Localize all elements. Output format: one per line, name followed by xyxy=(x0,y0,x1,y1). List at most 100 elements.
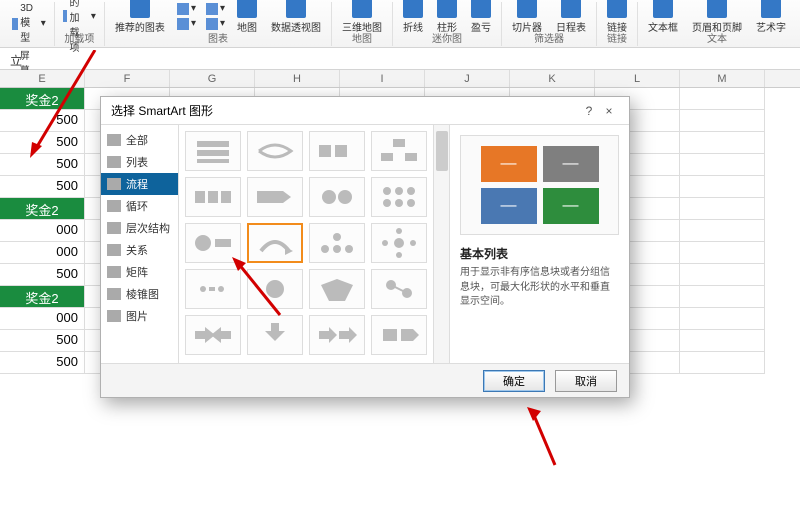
smartart-thumb[interactable] xyxy=(309,131,365,171)
col-header[interactable]: K xyxy=(510,70,595,87)
ribbon-group-charts: 图表 xyxy=(208,30,228,45)
cell[interactable]: 000 xyxy=(0,220,85,242)
preview-block: — xyxy=(481,188,537,224)
cell[interactable] xyxy=(680,88,765,110)
cell[interactable] xyxy=(680,286,765,308)
smartart-thumb[interactable] xyxy=(247,269,303,309)
cell[interactable] xyxy=(680,176,765,198)
cell[interactable]: 500 xyxy=(0,132,85,154)
col-header[interactable]: M xyxy=(680,70,765,87)
cell[interactable] xyxy=(680,154,765,176)
cell[interactable]: 500 xyxy=(0,330,85,352)
cell[interactable] xyxy=(680,308,765,330)
category-item[interactable]: 流程 xyxy=(101,173,178,195)
preview-graphic: ———— xyxy=(460,135,619,235)
cell[interactable] xyxy=(680,264,765,286)
category-item[interactable]: 全部 xyxy=(101,129,178,151)
smartart-thumb[interactable] xyxy=(371,315,427,355)
col-header[interactable]: F xyxy=(85,70,170,87)
formula-bar[interactable]: 立 xyxy=(0,48,800,70)
cell[interactable] xyxy=(680,132,765,154)
cell[interactable]: 500 xyxy=(0,176,85,198)
smartart-thumb[interactable] xyxy=(247,131,303,171)
cell[interactable]: 000 xyxy=(0,242,85,264)
smartart-thumb[interactable] xyxy=(309,269,365,309)
cell[interactable]: 500 xyxy=(0,264,85,286)
smartart-thumb[interactable] xyxy=(309,223,365,263)
cell[interactable]: 500 xyxy=(0,110,85,132)
recommended-charts-button[interactable]: 推荐的图表 xyxy=(111,0,169,36)
cell[interactable]: 500 xyxy=(0,352,85,374)
smartart-thumb[interactable] xyxy=(247,223,303,263)
preview-block: — xyxy=(543,188,599,224)
category-item[interactable]: 关系 xyxy=(101,239,178,261)
cancel-button[interactable]: 取消 xyxy=(555,370,617,392)
ok-button[interactable]: 确定 xyxy=(483,370,545,392)
pivot-chart-button[interactable]: 数据透视图 xyxy=(267,0,325,36)
smartart-thumb[interactable] xyxy=(247,177,303,217)
smartart-thumb[interactable] xyxy=(371,177,427,217)
col-header[interactable]: E xyxy=(0,70,85,87)
chart-type-1[interactable]: ▾ xyxy=(175,2,198,16)
ribbon-group-sparklines: 迷你图 xyxy=(432,30,462,45)
col-header[interactable]: J xyxy=(425,70,510,87)
smartart-thumb[interactable] xyxy=(309,315,365,355)
cell[interactable] xyxy=(680,110,765,132)
smartart-thumb[interactable] xyxy=(185,131,241,171)
cell[interactable] xyxy=(680,352,765,374)
chart-type-3[interactable]: ▾ xyxy=(204,2,227,16)
help-button[interactable]: ? xyxy=(579,104,599,118)
ribbon-my-addins[interactable]: 我的加载项 ▾ xyxy=(61,0,98,55)
cell[interactable] xyxy=(680,220,765,242)
wordart-button[interactable]: 艺术字 xyxy=(752,0,790,36)
cell[interactable] xyxy=(680,242,765,264)
category-item[interactable]: 图片 xyxy=(101,305,178,327)
smartart-thumb[interactable] xyxy=(185,269,241,309)
ribbon-group-text: 文本 xyxy=(707,30,727,45)
cell[interactable]: 000 xyxy=(0,308,85,330)
dialog-titlebar[interactable]: 选择 SmartArt 图形 ? × xyxy=(101,97,629,125)
close-button[interactable]: × xyxy=(599,104,619,118)
col-header[interactable]: L xyxy=(595,70,680,87)
cell[interactable]: 奖金2 xyxy=(0,88,85,110)
sparkline-line-button[interactable]: 折线 xyxy=(399,0,427,36)
ribbon-group-addins: 加载项 xyxy=(64,30,94,45)
category-item[interactable]: 列表 xyxy=(101,151,178,173)
sparkline-winloss-button[interactable]: 盈亏 xyxy=(467,0,495,36)
col-header[interactable]: G xyxy=(170,70,255,87)
cell[interactable]: 奖金2 xyxy=(0,198,85,220)
ribbon: 3D 模型 ▾ 屏幕截图 ▾ 我的加载项 ▾ 加载项 推荐的图表 ▾ ▾ ▾ ▾… xyxy=(0,0,800,48)
thumbs-scrollbar[interactable] xyxy=(433,125,449,363)
dialog-title: 选择 SmartArt 图形 xyxy=(111,102,213,119)
preview-block: — xyxy=(543,146,599,182)
ribbon-group-links: 链接 xyxy=(607,30,627,45)
thumbnail-grid xyxy=(179,125,433,363)
category-item[interactable]: 矩阵 xyxy=(101,261,178,283)
smartart-dialog: 选择 SmartArt 图形 ? × 全部列表流程循环层次结构关系矩阵棱锥图图片… xyxy=(100,96,630,398)
textbox-button[interactable]: 文本框 xyxy=(644,0,682,36)
smartart-thumb[interactable] xyxy=(309,177,365,217)
ribbon-3d-model[interactable]: 3D 模型 ▾ xyxy=(10,2,48,45)
smartart-thumb[interactable] xyxy=(371,223,427,263)
cell[interactable]: 奖金2 xyxy=(0,286,85,308)
maps-button[interactable]: 地图 xyxy=(233,0,261,36)
category-item[interactable]: 循环 xyxy=(101,195,178,217)
cell[interactable]: 500 xyxy=(0,154,85,176)
category-item[interactable]: 层次结构 xyxy=(101,217,178,239)
preview-title: 基本列表 xyxy=(460,245,619,262)
col-header[interactable]: I xyxy=(340,70,425,87)
smartart-thumb[interactable] xyxy=(247,315,303,355)
smartart-thumb[interactable] xyxy=(371,269,427,309)
cell[interactable] xyxy=(680,198,765,220)
category-item[interactable]: 棱锥图 xyxy=(101,283,178,305)
chart-type-2[interactable]: ▾ xyxy=(175,17,198,31)
smartart-thumb[interactable] xyxy=(185,223,241,263)
smartart-thumb[interactable] xyxy=(185,315,241,355)
smartart-thumb[interactable] xyxy=(371,131,427,171)
annotation-arrow-3 xyxy=(525,405,575,475)
smartart-thumb[interactable] xyxy=(185,177,241,217)
cell[interactable] xyxy=(680,330,765,352)
ribbon-group-tours: 地图 xyxy=(352,30,372,45)
col-header[interactable]: H xyxy=(255,70,340,87)
chart-type-4[interactable]: ▾ xyxy=(204,17,227,31)
